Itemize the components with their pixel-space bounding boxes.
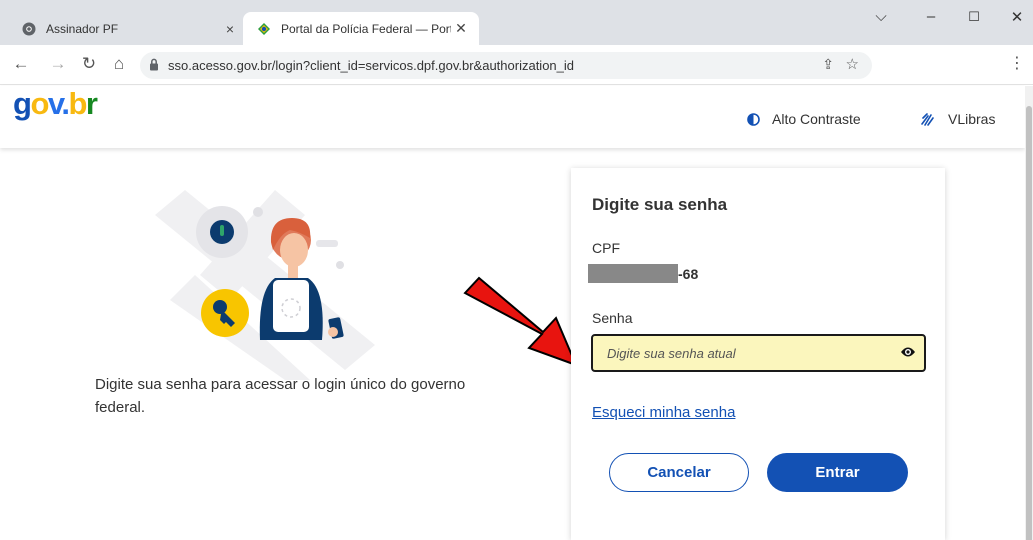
scrollbar-thumb[interactable] <box>1026 106 1032 540</box>
logo-letter: v <box>47 86 63 121</box>
login-illustration <box>140 180 380 380</box>
gov-header: gov.br Alto Contraste VLibras <box>0 86 1025 148</box>
vlibras-button[interactable]: VLibras <box>920 111 995 127</box>
submit-button[interactable]: Entrar <box>767 453 908 492</box>
forward-icon[interactable]: → <box>47 54 69 74</box>
bookmark-star-icon[interactable]: ☆ <box>846 55 859 73</box>
sign-language-icon <box>920 112 936 126</box>
chrome-icon <box>22 22 36 36</box>
share-icon[interactable]: ⇪ <box>822 56 834 73</box>
cpf-redaction <box>588 264 678 283</box>
logo-letter: b <box>68 86 87 121</box>
high-contrast-toggle[interactable]: Alto Contraste <box>747 111 861 127</box>
forgot-password-link[interactable]: Esqueci minha senha <box>592 404 735 421</box>
home-icon[interactable]: ⌂ <box>108 54 130 74</box>
tab-label: Assinador PF <box>46 21 119 36</box>
tab-portal-policia-federal[interactable]: Portal da Polícia Federal — Portu ✕ <box>243 12 479 45</box>
close-tab-icon[interactable]: ✕ <box>451 20 471 37</box>
contrast-icon <box>747 112 760 126</box>
tab-search-dropdown-icon[interactable]: ⌵ <box>871 8 891 25</box>
browser-toolbar: ← → ↻ ⌂ sso.acesso.gov.br/login?client_i… <box>0 45 1033 85</box>
address-bar[interactable]: sso.acesso.gov.br/login?client_id=servic… <box>140 52 872 79</box>
logo-letter: r <box>85 86 98 121</box>
lock-icon[interactable] <box>149 58 159 76</box>
password-label: Senha <box>592 310 633 326</box>
login-card: Digite sua senha CPF -68 Senha Esqueci m… <box>571 168 945 540</box>
window-close-icon[interactable]: ✕ <box>1007 8 1027 26</box>
tab-label: Portal da Polícia Federal — Portu <box>281 21 451 36</box>
browser-tab-strip: Assinador PF × Portal da Polícia Federal… <box>0 0 1033 45</box>
back-icon[interactable]: ← <box>10 54 32 74</box>
red-arrow-annotation <box>460 270 585 375</box>
close-tab-icon[interactable]: × <box>220 21 240 37</box>
page-scrollbar[interactable] <box>1025 86 1033 540</box>
cancel-button[interactable]: Cancelar <box>609 453 749 492</box>
card-title: Digite sua senha <box>592 195 728 214</box>
minimize-icon[interactable]: – <box>921 8 941 25</box>
logo-letter: g <box>13 86 32 121</box>
logo-letter: o <box>30 86 49 121</box>
url-text[interactable]: sso.acesso.gov.br/login?client_id=servic… <box>168 58 574 73</box>
login-description: Digite sua senha para acessar o login ún… <box>95 376 466 416</box>
browser-menu-icon[interactable]: ⋮ <box>1009 53 1025 73</box>
cpf-value: -68 <box>678 266 699 282</box>
cpf-label: CPF <box>592 240 620 256</box>
vlibras-label: VLibras <box>948 111 996 127</box>
password-input[interactable] <box>593 336 883 370</box>
show-password-icon[interactable] <box>900 345 916 363</box>
govbr-logo[interactable]: gov.br <box>13 86 98 122</box>
password-field[interactable] <box>591 334 926 372</box>
reload-icon[interactable]: ↻ <box>78 54 100 74</box>
contrast-label: Alto Contraste <box>772 111 861 127</box>
tab-assinador[interactable]: Assinador PF × <box>8 12 242 45</box>
brazil-flag-icon <box>257 22 271 36</box>
maximize-icon[interactable]: ☐ <box>964 9 984 25</box>
